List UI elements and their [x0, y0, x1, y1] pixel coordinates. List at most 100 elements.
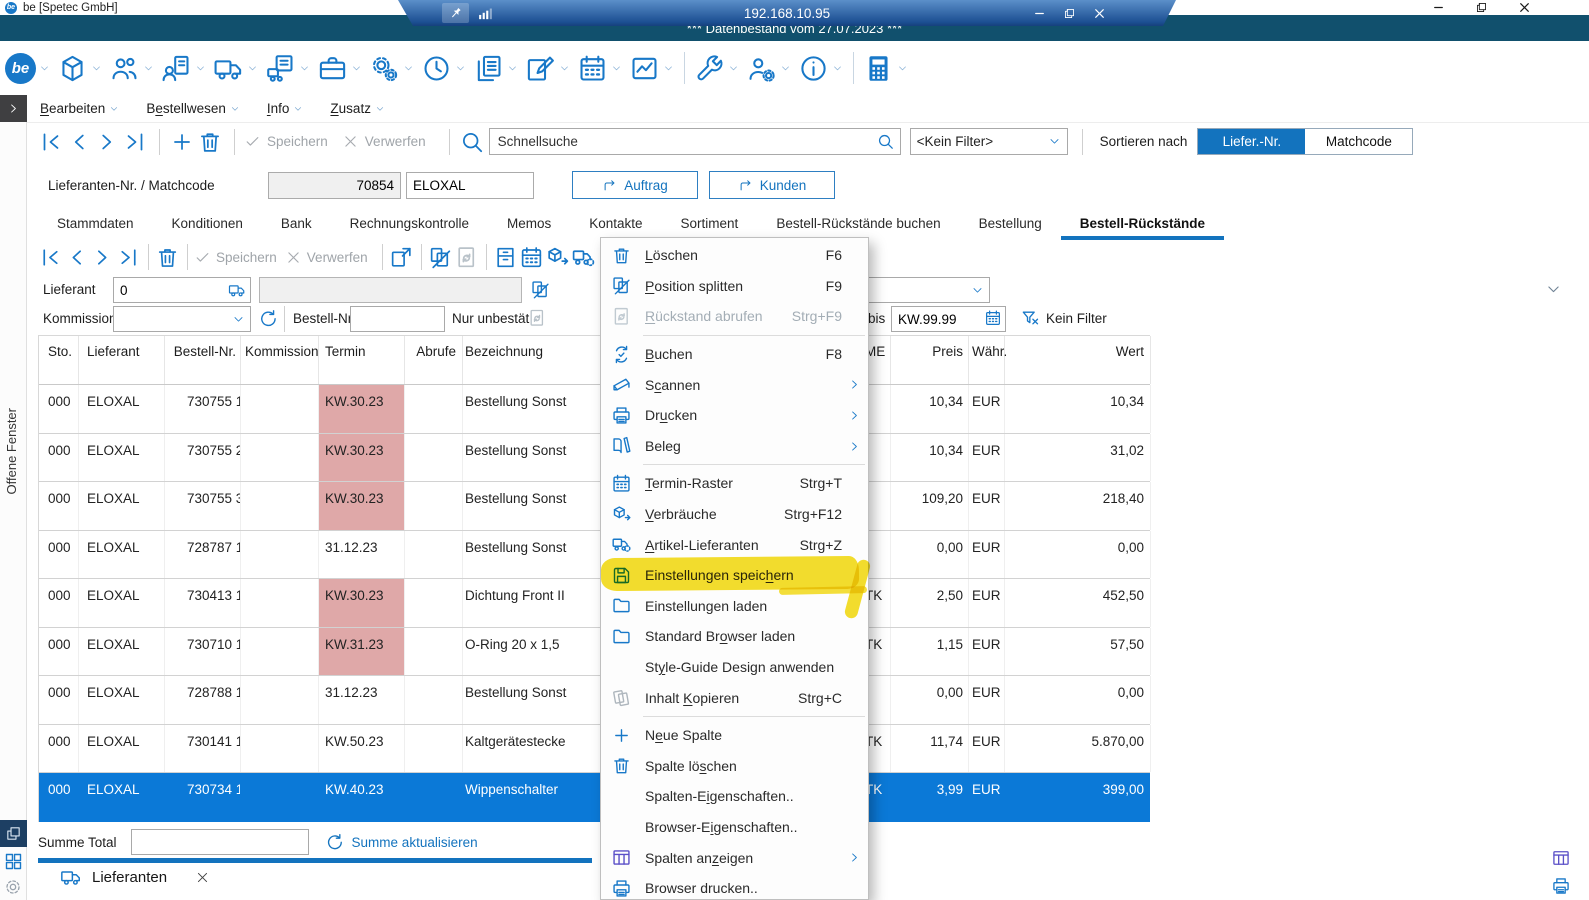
calendar-icon[interactable]: [577, 53, 608, 84]
search-icon[interactable]: [876, 132, 895, 151]
filter-dropdown[interactable]: [865, 277, 990, 303]
table-row[interactable]: 000ELOXAL730755 3KW.30.23Bestellung Sons…: [39, 482, 1150, 531]
shipping-icon[interactable]: [213, 53, 244, 84]
chevron-down-icon[interactable]: [143, 63, 154, 74]
context-menu-item-einstellungen-laden[interactable]: Einstellungen laden: [601, 591, 868, 622]
archive-icon[interactable]: [493, 245, 518, 270]
context-menu-item-verbräuche[interactable]: VerbräucheStrg+F12: [601, 499, 868, 530]
context-menu-item-buchen[interactable]: BuchenF8: [601, 339, 868, 370]
first-record-icon[interactable]: [38, 129, 64, 155]
tab-stammdaten[interactable]: Stammdaten: [38, 210, 153, 240]
open-windows-button[interactable]: [0, 820, 27, 847]
context-menu-item-browser-eigenschaften[interactable]: Browser-Eigenschaften..: [601, 812, 868, 843]
purchase-icon[interactable]: [265, 53, 296, 84]
tab-kontakte[interactable]: Kontakte: [570, 210, 661, 240]
table-row[interactable]: 000ELOXAL730755 1KW.30.23Bestellung Sons…: [39, 385, 1150, 434]
matchcode-field[interactable]: [406, 172, 534, 199]
chevron-down-icon[interactable]: [559, 63, 570, 74]
last-record-icon[interactable]: [116, 245, 141, 270]
table-columns-icon[interactable]: [1551, 848, 1571, 868]
context-menu-item-style-guide-design-anwenden[interactable]: Style-Guide Design anwenden: [601, 652, 868, 683]
calculator-icon[interactable]: [863, 53, 894, 84]
save-button[interactable]: Speichern: [244, 133, 328, 150]
close-tab-icon[interactable]: [195, 870, 210, 885]
chevron-down-icon[interactable]: [897, 63, 908, 74]
articles-icon[interactable]: [57, 53, 88, 84]
summe-total-input[interactable]: [131, 829, 309, 855]
chevron-down-icon[interactable]: [351, 63, 362, 74]
tab-rechnungskontrolle[interactable]: Rechnungskontrolle: [331, 210, 488, 240]
context-menu-item-spalten-eigenschaften[interactable]: Spalten-Eigenschaften..: [601, 781, 868, 812]
termin-raster-icon[interactable]: [519, 245, 544, 270]
context-menu-item-neue-spalte[interactable]: Neue Spalte: [601, 720, 868, 751]
chevron-down-icon[interactable]: [832, 63, 843, 74]
speichern-button[interactable]: Speichern: [194, 249, 277, 266]
chevron-down-icon[interactable]: [91, 63, 102, 74]
chevron-down-icon[interactable]: [507, 63, 518, 74]
first-record-icon[interactable]: [38, 245, 63, 270]
tab-sortiment[interactable]: Sortiment: [662, 210, 758, 240]
previous-record-icon[interactable]: [66, 129, 92, 155]
connection-close-icon[interactable]: [1093, 7, 1106, 20]
chevron-down-icon[interactable]: [403, 63, 414, 74]
menu-bearbeiten[interactable]: Bearbeiten: [40, 101, 119, 116]
tools-icon[interactable]: [694, 53, 725, 84]
statistics-icon[interactable]: [629, 53, 660, 84]
chevron-down-icon[interactable]: [728, 63, 739, 74]
truck-icon[interactable]: [228, 281, 246, 299]
chevron-down-icon[interactable]: [195, 63, 206, 74]
printer-icon[interactable]: [1551, 876, 1571, 896]
context-menu-item-scannen[interactable]: Scannen: [601, 369, 868, 400]
quick-search-input[interactable]: [489, 128, 901, 155]
context-menu-item-spalten-anzeigen[interactable]: Spalten anzeigen: [601, 842, 868, 873]
table-row[interactable]: 000ELOXAL730141 1KW.50.23Kaltgerätesteck…: [39, 725, 1150, 774]
editor-icon[interactable]: [525, 53, 556, 84]
column-header-abrufe[interactable]: Abrufe: [405, 336, 463, 384]
delete-icon[interactable]: [155, 245, 180, 270]
table-row[interactable]: 000ELOXAL728787 131.12.23Bestellung Sons…: [39, 531, 1150, 580]
info-icon[interactable]: [798, 53, 829, 84]
maximize-icon[interactable]: [1475, 1, 1488, 14]
refresh-icon[interactable]: [325, 832, 345, 852]
kommission-dropdown[interactable]: [113, 306, 251, 332]
tab-bestellung[interactable]: Bestellung: [960, 210, 1061, 240]
documents-icon[interactable]: [473, 53, 504, 84]
tab-bank[interactable]: Bank: [262, 210, 331, 240]
chevron-down-icon[interactable]: [247, 63, 258, 74]
chevron-down-icon[interactable]: [1545, 281, 1562, 298]
table-row[interactable]: 000ELOXAL728788 131.12.23Bestellung Sons…: [39, 676, 1150, 725]
verbraeuche-icon[interactable]: [545, 245, 570, 270]
transfer-icon[interactable]: [389, 245, 414, 270]
next-record-icon[interactable]: [90, 245, 115, 270]
column-header-termin[interactable]: Termin: [319, 336, 405, 384]
table-row[interactable]: 000ELOXAL730413 1KW.30.23Dichtung Front …: [39, 579, 1150, 628]
tab-memos[interactable]: Memos: [488, 210, 570, 240]
summe-aktualisieren-link[interactable]: Summe aktualisieren: [352, 835, 478, 850]
search-icon[interactable]: [459, 129, 485, 155]
previous-record-icon[interactable]: [64, 245, 89, 270]
menu-zusatz[interactable]: Zusatz: [330, 101, 385, 116]
auftrag-button[interactable]: Auftrag: [572, 171, 698, 199]
tab-bestell-rückstände-buchen[interactable]: Bestell-Rückstände buchen: [757, 210, 959, 240]
table-row[interactable]: 000ELOXAL730755 2KW.30.23Bestellung Sons…: [39, 434, 1150, 483]
chevron-down-icon[interactable]: [299, 63, 310, 74]
minimize-icon[interactable]: [1432, 1, 1445, 14]
context-menu-item-drucken[interactable]: Drucken: [601, 400, 868, 431]
funnel-slash-icon[interactable]: [1020, 308, 1040, 328]
contacts-icon[interactable]: [109, 53, 140, 84]
table-row[interactable]: 000ELOXAL730710 1KW.31.23O-Ring 20 x 1,5…: [39, 628, 1150, 677]
tab-konditionen[interactable]: Konditionen: [153, 210, 262, 240]
discard-button[interactable]: Verwerfen: [342, 133, 426, 150]
chevron-down-icon[interactable]: [611, 63, 622, 74]
column-header-lieferant[interactable]: Lieferant: [79, 336, 165, 384]
gear-icon[interactable]: [3, 877, 23, 897]
artikel-lieferanten-icon[interactable]: [571, 245, 596, 270]
kunden-button[interactable]: Kunden: [709, 171, 835, 199]
next-record-icon[interactable]: [94, 129, 120, 155]
sidebar-expand-button[interactable]: [0, 95, 27, 122]
case-icon[interactable]: [317, 53, 348, 84]
column-header-sto[interactable]: Sto.: [39, 336, 79, 384]
refresh-icon[interactable]: [258, 308, 279, 329]
context-menu-item-spalte-löschen[interactable]: Spalte löschen: [601, 751, 868, 782]
split-position-icon[interactable]: [428, 245, 453, 270]
